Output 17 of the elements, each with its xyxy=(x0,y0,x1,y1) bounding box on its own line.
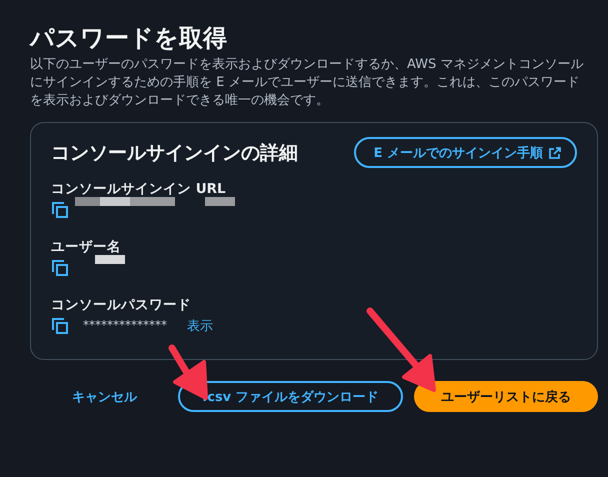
description: 以下のユーザーのパスワードを表示およびダウンロードするか、AWS マネジメントコンソールにサインインするための手順を E メールでユーザーに送信できます。これは、このパスワードを表示およびダウンロードできる唯一の機会です。 xyxy=(30,56,584,110)
masked-password: ************** xyxy=(83,318,167,332)
copy-icon[interactable] xyxy=(51,317,69,335)
email-instructions-button[interactable]: E メールでのサインイン手順 xyxy=(354,137,577,168)
external-link-icon xyxy=(549,146,561,158)
card-title: コンソールサインインの詳細 xyxy=(51,140,298,166)
copy-icon[interactable] xyxy=(51,201,69,219)
cancel-link[interactable]: キャンセル xyxy=(52,381,157,412)
copy-icon[interactable] xyxy=(51,259,69,277)
back-to-users-button[interactable]: ユーザーリストに戻る xyxy=(414,381,598,412)
show-link[interactable]: 表示 xyxy=(187,317,213,335)
field-label: ユーザー名 xyxy=(51,238,122,256)
redaction-bar xyxy=(95,255,125,264)
field-label: コンソールパスワード xyxy=(51,296,192,314)
page-title: パスワードを取得 xyxy=(30,23,228,54)
field-label: コンソールサインイン URL xyxy=(51,180,227,198)
redaction-bar xyxy=(205,197,235,206)
